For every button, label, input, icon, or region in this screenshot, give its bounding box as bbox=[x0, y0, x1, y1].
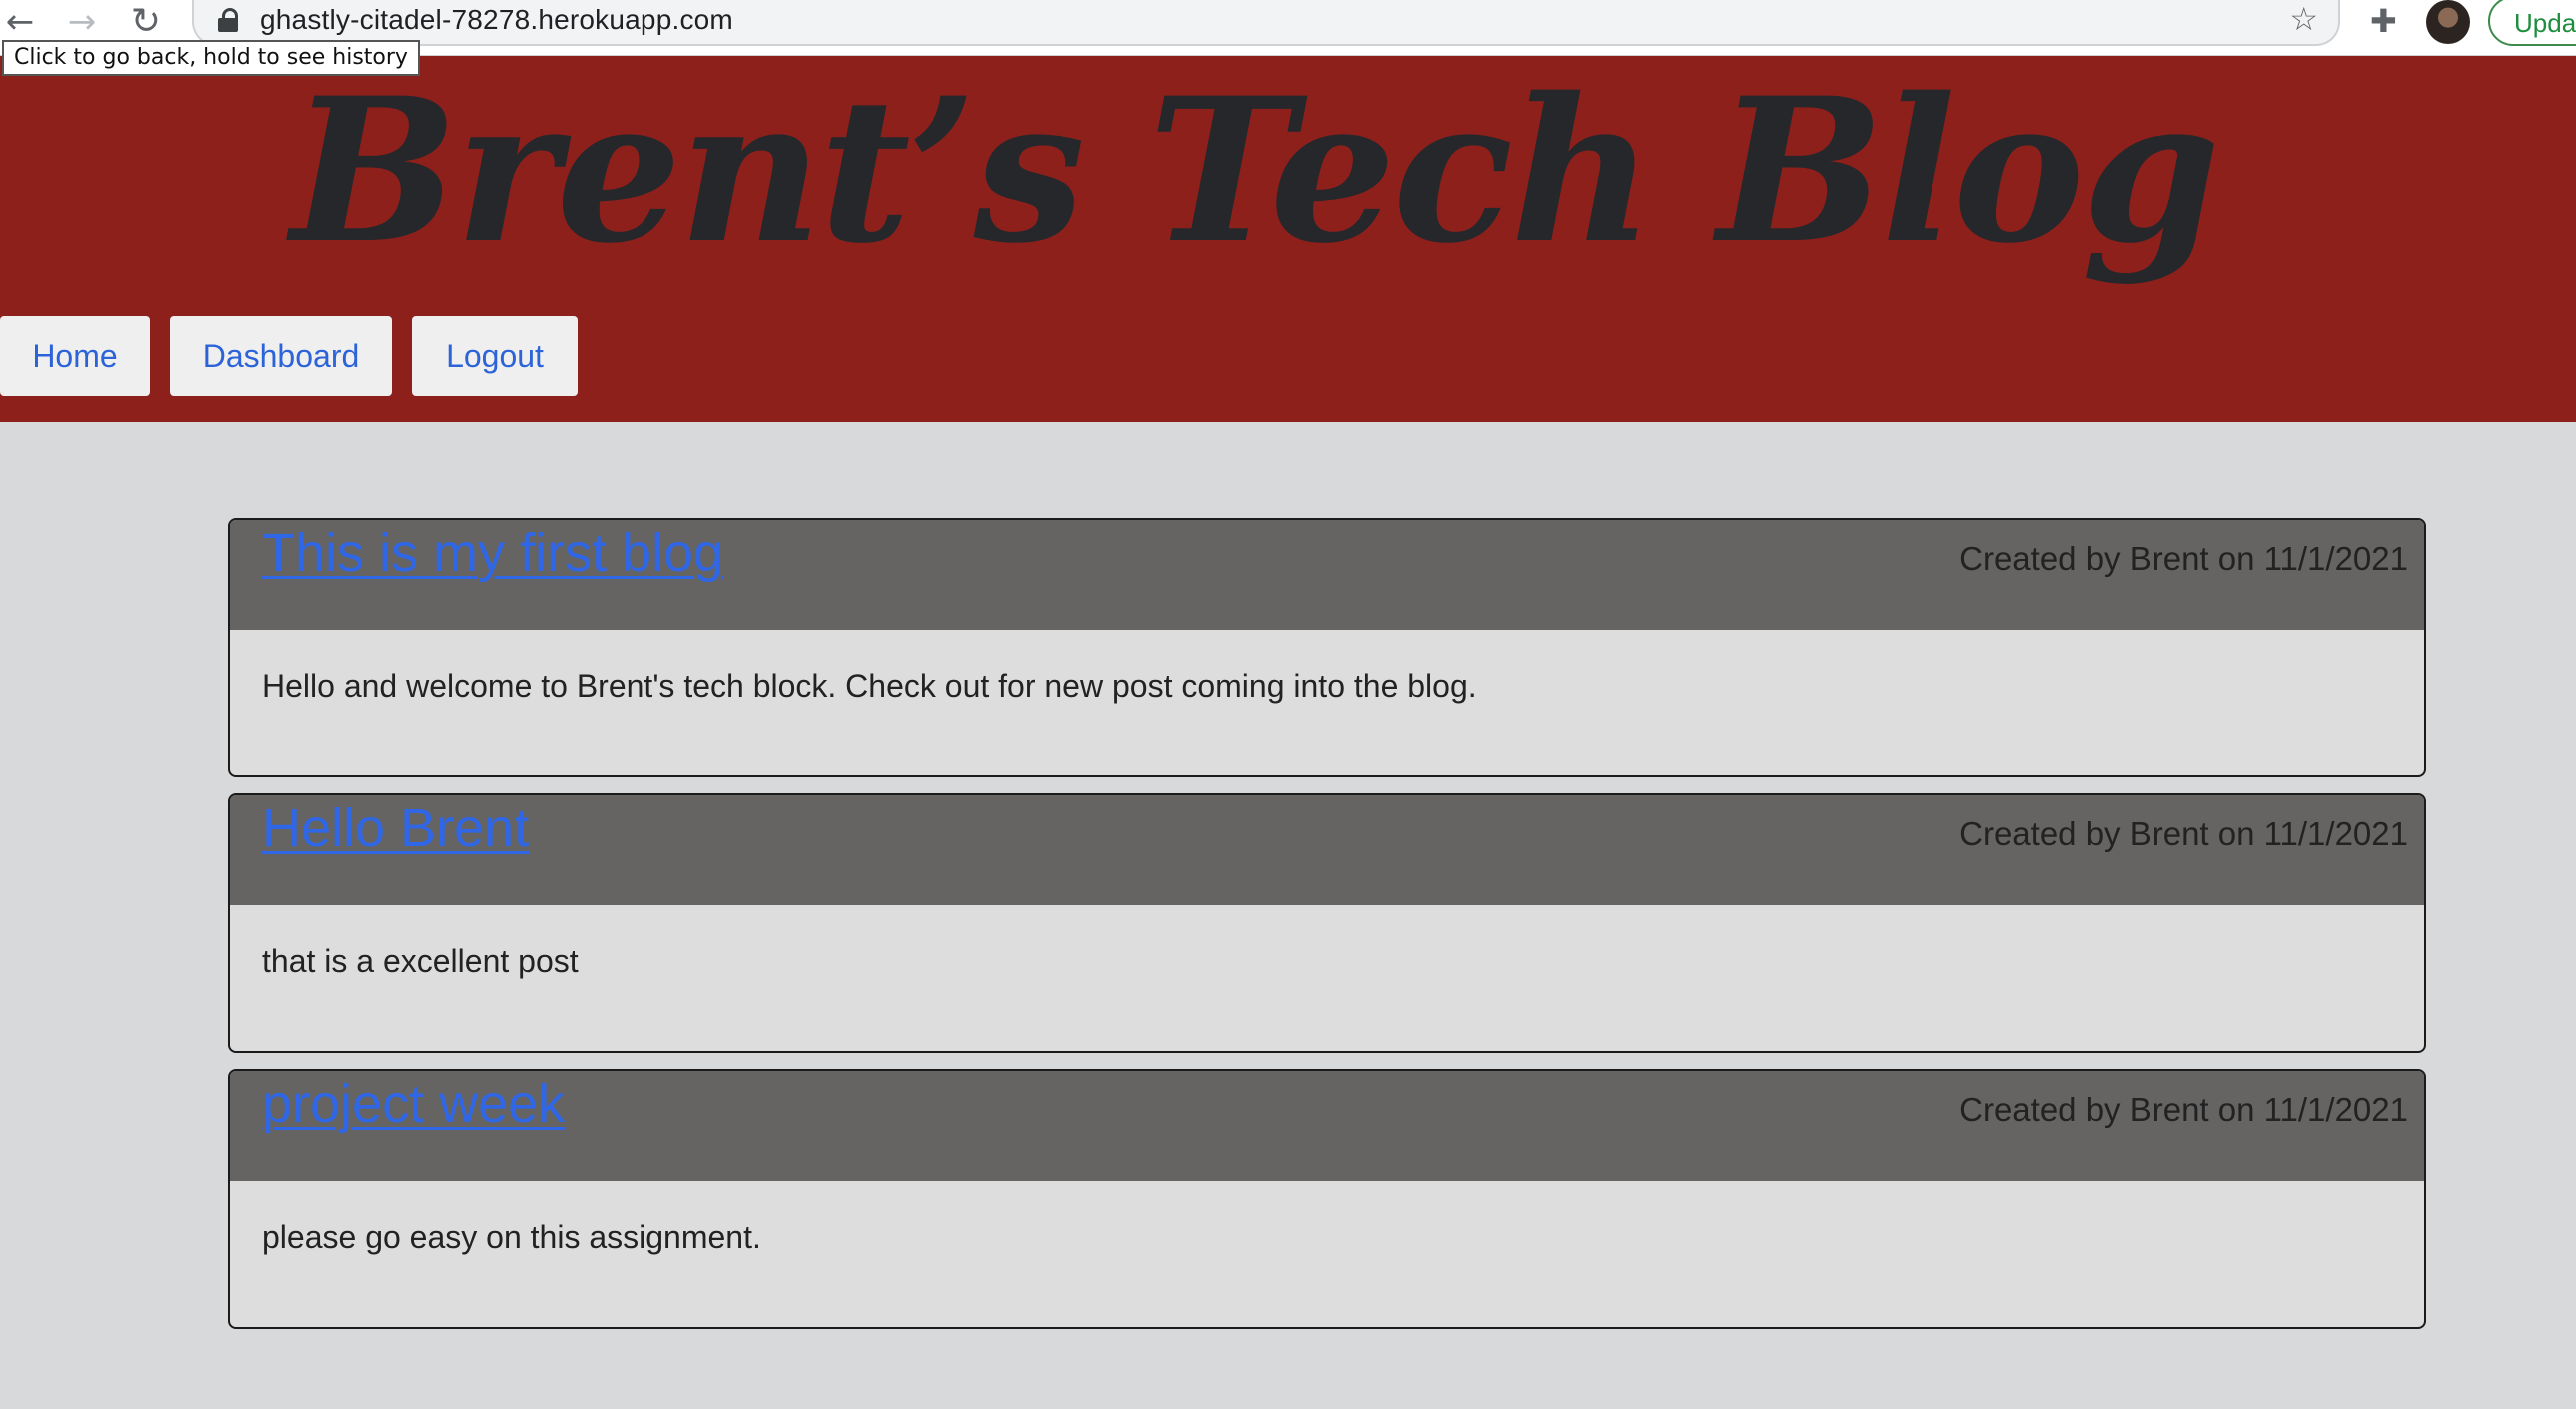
post-card: This is my first blog Created by Brent o… bbox=[228, 518, 2426, 777]
nav-logout-link[interactable]: Logout bbox=[412, 316, 578, 396]
post-card: Hello Brent Created by Brent on 11/1/202… bbox=[228, 793, 2426, 1053]
nav-dashboard-link[interactable]: Dashboard bbox=[170, 316, 392, 396]
site-title: Brent’s Tech Blog bbox=[290, 54, 2221, 287]
post-header: project week Created by Brent on 11/1/20… bbox=[230, 1071, 2424, 1181]
post-header: Hello Brent Created by Brent on 11/1/202… bbox=[230, 795, 2424, 905]
forward-arrow-icon[interactable]: → bbox=[62, 2, 102, 42]
update-button[interactable]: Upda bbox=[2488, 0, 2576, 46]
address-bar[interactable]: ghastly-citadel-78278.herokuapp.com ☆ bbox=[192, 0, 2340, 46]
post-title-link[interactable]: project week bbox=[262, 1073, 565, 1135]
reload-icon[interactable]: ↻ bbox=[126, 2, 166, 42]
post-meta: Created by Brent on 11/1/2021 bbox=[1959, 815, 2408, 852]
nav-home-link[interactable]: Home bbox=[0, 316, 150, 396]
url-text[interactable]: ghastly-citadel-78278.herokuapp.com bbox=[260, 4, 733, 36]
post-title-link[interactable]: Hello Brent bbox=[262, 797, 529, 859]
update-label: Upda bbox=[2514, 8, 2576, 38]
puzzle-icon[interactable]: ✚ bbox=[2370, 2, 2397, 40]
back-tooltip: Click to go back, hold to see history bbox=[2, 40, 420, 76]
post-body: please go easy on this assignment. bbox=[262, 1219, 761, 1255]
site-header: Brent’s Tech Blog Home Dashboard Logout bbox=[0, 56, 2576, 422]
post-card: project week Created by Brent on 11/1/20… bbox=[228, 1069, 2426, 1329]
post-header: This is my first blog Created by Brent o… bbox=[230, 520, 2424, 630]
back-arrow-icon[interactable]: ← bbox=[0, 2, 40, 42]
lock-icon[interactable] bbox=[218, 8, 238, 32]
post-meta: Created by Brent on 11/1/2021 bbox=[1959, 540, 2408, 577]
post-title-link[interactable]: This is my first blog bbox=[262, 522, 723, 584]
star-icon[interactable]: ☆ bbox=[2289, 0, 2318, 38]
post-meta: Created by Brent on 11/1/2021 bbox=[1959, 1091, 2408, 1128]
post-body: Hello and welcome to Brent's tech block.… bbox=[262, 668, 1477, 704]
avatar[interactable] bbox=[2426, 0, 2470, 44]
post-body: that is a excellent post bbox=[262, 943, 579, 979]
